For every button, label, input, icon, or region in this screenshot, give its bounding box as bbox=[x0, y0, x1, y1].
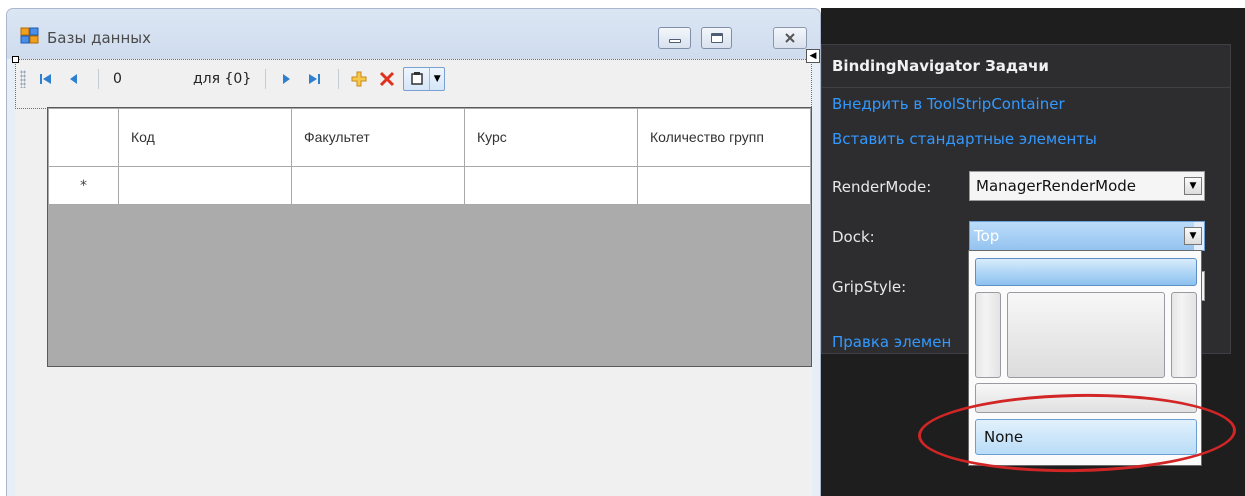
form-titlebar: Базы данных bbox=[7, 9, 820, 59]
binding-navigator-selection[interactable]: ◀ 0 для {0} ▼ bbox=[12, 49, 820, 109]
edit-items-link[interactable]: Правка элемен bbox=[832, 333, 951, 351]
table-row: * bbox=[48, 166, 811, 205]
add-new-button[interactable] bbox=[347, 67, 371, 91]
maximize-button[interactable] bbox=[701, 27, 732, 49]
column-header-course[interactable]: Курс bbox=[464, 108, 638, 167]
dock-select[interactable]: Top ▼ bbox=[969, 221, 1205, 251]
position-textbox[interactable]: 0 bbox=[107, 68, 193, 90]
toolbar-separator bbox=[98, 69, 99, 89]
move-previous-icon bbox=[70, 74, 77, 84]
move-last-icon bbox=[309, 74, 321, 84]
count-label: для {0} bbox=[193, 71, 252, 87]
column-header-group-count[interactable]: Количество групп bbox=[637, 108, 811, 167]
minimize-button[interactable] bbox=[658, 27, 691, 49]
toolbar-separator bbox=[265, 69, 267, 89]
add-toolstrip-item-button[interactable] bbox=[404, 68, 431, 90]
close-button[interactable] bbox=[773, 27, 807, 49]
render-mode-label: RenderMode: bbox=[832, 178, 932, 196]
dock-right-option[interactable] bbox=[1171, 292, 1197, 378]
embed-in-toolstripcontainer-link[interactable]: Внедрить в ToolStripContainer bbox=[832, 95, 1065, 113]
column-header-faculty[interactable]: Факультет bbox=[291, 108, 465, 167]
move-last-button[interactable] bbox=[302, 67, 326, 91]
grid-cell[interactable] bbox=[637, 166, 811, 205]
column-header-row: Код Факультет Курс Количество групп bbox=[48, 108, 811, 167]
render-mode-select[interactable]: ManagerRenderMode ▼ bbox=[969, 171, 1205, 201]
add-new-icon bbox=[351, 71, 367, 87]
column-header-kod[interactable]: Код bbox=[118, 108, 292, 167]
grip-style-label: GripStyle: bbox=[832, 278, 907, 296]
panel-title: BindingNavigator Задачи bbox=[832, 57, 1049, 75]
form-window: Базы данных ◀ 0 для {0} ▼ Код Факультет … bbox=[6, 8, 821, 496]
add-toolstrip-item-icon bbox=[410, 72, 423, 85]
form-icon bbox=[20, 27, 39, 44]
dock-left-option[interactable] bbox=[975, 292, 1001, 378]
chevron-down-icon[interactable]: ▼ bbox=[1184, 227, 1202, 245]
form-title: Базы данных bbox=[47, 29, 151, 47]
delete-button[interactable] bbox=[375, 67, 399, 91]
dock-none-option[interactable]: None bbox=[975, 419, 1197, 455]
selection-handle[interactable] bbox=[12, 56, 19, 63]
dock-label: Dock: bbox=[832, 228, 875, 246]
dock-fill-option[interactable] bbox=[1007, 292, 1165, 378]
move-previous-button[interactable] bbox=[62, 67, 86, 91]
grid-corner-header[interactable] bbox=[48, 108, 119, 167]
maximize-icon bbox=[710, 33, 723, 43]
insert-standard-items-link[interactable]: Вставить стандартные элементы bbox=[832, 130, 1097, 148]
toolstrip-grip[interactable] bbox=[20, 70, 26, 88]
new-row-header[interactable]: * bbox=[48, 166, 119, 205]
dock-editor-dropdown: None bbox=[968, 250, 1202, 466]
smart-tag-glyph[interactable]: ◀ bbox=[806, 49, 820, 63]
move-next-button[interactable] bbox=[274, 67, 298, 91]
data-grid-table: Код Факультет Курс Количество групп * bbox=[48, 108, 811, 205]
panel-divider bbox=[822, 87, 1230, 88]
dock-bottom-option[interactable] bbox=[975, 383, 1197, 413]
grid-cell[interactable] bbox=[291, 166, 465, 205]
render-mode-value: ManagerRenderMode bbox=[976, 177, 1137, 195]
form-client-area: ◀ 0 для {0} ▼ Код Факультет Курс Количес… bbox=[12, 49, 820, 496]
close-icon bbox=[785, 33, 795, 43]
grid-cell[interactable] bbox=[464, 166, 638, 205]
chevron-down-icon[interactable]: ▼ bbox=[430, 74, 444, 84]
dock-top-option[interactable] bbox=[975, 258, 1197, 286]
minimize-icon bbox=[668, 39, 681, 43]
move-first-icon bbox=[40, 74, 51, 84]
chevron-down-icon[interactable]: ▼ bbox=[1184, 177, 1202, 195]
add-toolstrip-item-dropdown[interactable]: ▼ bbox=[403, 67, 446, 91]
toolbar-separator bbox=[338, 69, 340, 89]
move-first-button[interactable] bbox=[34, 67, 58, 91]
binding-navigator: 0 для {0} ▼ bbox=[18, 64, 538, 94]
grid-cell[interactable] bbox=[118, 166, 292, 205]
delete-icon bbox=[380, 71, 395, 87]
move-next-icon bbox=[283, 74, 291, 84]
dock-value: Top bbox=[970, 222, 1194, 250]
data-grid[interactable]: Код Факультет Курс Количество групп * bbox=[47, 107, 812, 367]
